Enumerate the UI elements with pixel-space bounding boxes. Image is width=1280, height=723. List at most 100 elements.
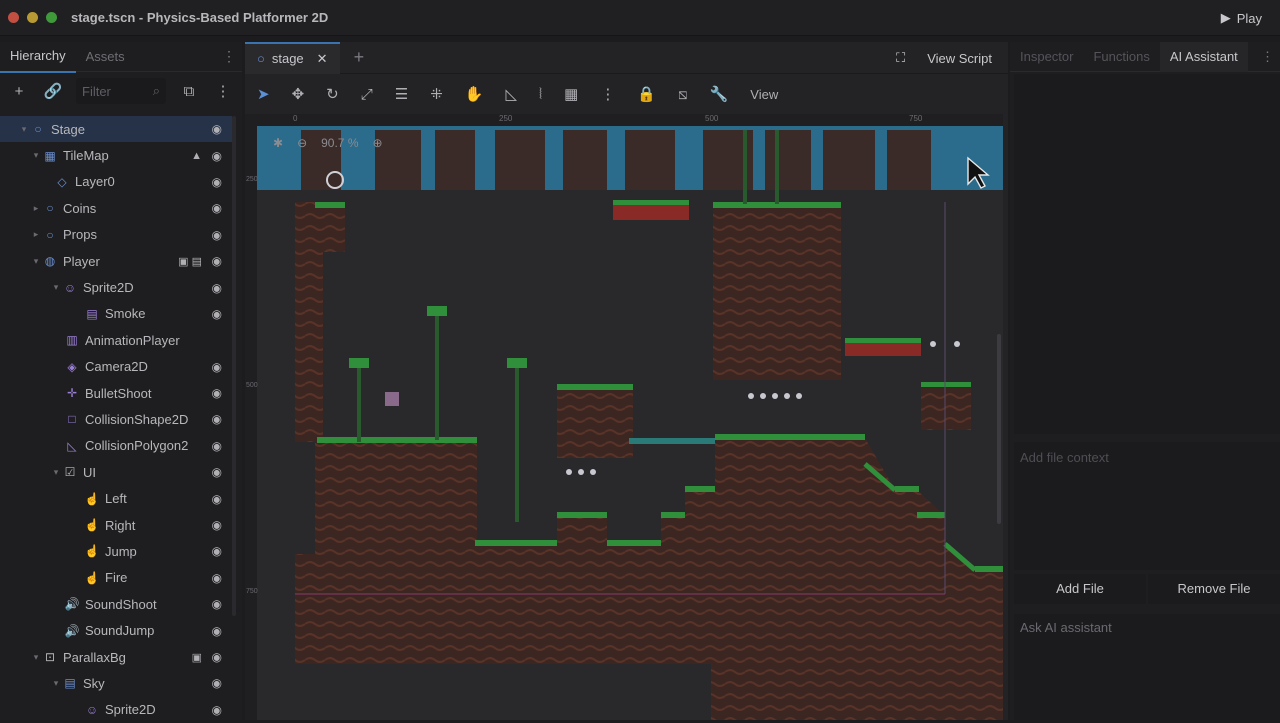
pivot-tool-icon[interactable]: ⁜ xyxy=(430,85,443,103)
list-select-icon[interactable]: ☰ xyxy=(395,85,408,103)
left-panel-menu-icon[interactable]: ⋮ xyxy=(222,48,236,65)
tree-item-soundshoot[interactable]: 🔊 SoundShoot ◉ xyxy=(0,591,232,617)
collapse-arrow-icon[interactable]: ▾ xyxy=(18,124,30,135)
zoom-in-icon[interactable]: ⊕ xyxy=(372,136,382,150)
more-options-icon[interactable]: ⋮ xyxy=(212,82,234,100)
add-file-button[interactable]: Add File xyxy=(1014,574,1146,604)
tab-hierarchy[interactable]: Hierarchy xyxy=(0,41,76,73)
tree-item-animationplayer[interactable]: ▥ AnimationPlayer xyxy=(0,327,232,353)
view-script-button[interactable]: View Script xyxy=(927,51,992,66)
tree-item-collisionshape2d[interactable]: □ CollisionShape2D ◉ xyxy=(0,406,232,432)
visibility-eye-icon[interactable]: ◉ xyxy=(212,676,222,690)
grid-snap-icon[interactable]: ▦ xyxy=(564,85,578,103)
tree-item-smoke[interactable]: ▤ Smoke ◉ xyxy=(0,301,232,327)
clapper-icon[interactable]: ▣ xyxy=(192,651,202,664)
visibility-eye-icon[interactable]: ◉ xyxy=(212,201,222,215)
visibility-eye-icon[interactable]: ◉ xyxy=(212,597,222,611)
tree-item-fire[interactable]: ☝ Fire ◉ xyxy=(0,565,232,591)
visibility-eye-icon[interactable]: ◉ xyxy=(212,360,222,374)
tab-stage[interactable]: ○ stage ✕ xyxy=(245,41,340,74)
tree-item-sky[interactable]: ▾ ▤ Sky ◉ xyxy=(0,670,232,696)
tree-item-right[interactable]: ☝ Right ◉ xyxy=(0,512,232,538)
tree-item-sky-sprite2d[interactable]: ☺ Sprite2D ◉ xyxy=(0,697,232,723)
visibility-eye-icon[interactable]: ◉ xyxy=(212,149,222,163)
smart-snap-icon[interactable]: ⦚ xyxy=(539,86,542,103)
visibility-eye-icon[interactable]: ◉ xyxy=(212,650,222,664)
select-tool-icon[interactable]: ➤ xyxy=(257,85,270,103)
right-panel-menu-icon[interactable]: ⋮ xyxy=(1261,49,1274,65)
zoom-level[interactable]: 90.7 % xyxy=(321,136,358,150)
filter-input[interactable]: Filter ⌕ xyxy=(76,78,166,104)
tree-item-coins[interactable]: ▸ ○ Coins ◉ xyxy=(0,195,232,221)
visibility-eye-icon[interactable]: ◉ xyxy=(212,412,222,426)
collapse-arrow-icon[interactable]: ▾ xyxy=(30,256,42,267)
tree-item-camera2d[interactable]: ◈ Camera2D ◉ xyxy=(0,354,232,380)
view-menu[interactable]: View xyxy=(750,87,778,102)
add-node-icon[interactable]: + xyxy=(8,83,30,100)
visibility-eye-icon[interactable]: ◉ xyxy=(212,386,222,400)
collapse-arrow-icon[interactable]: ▾ xyxy=(50,678,62,689)
visibility-eye-icon[interactable]: ◉ xyxy=(212,492,222,506)
lock-icon[interactable]: 🔒 xyxy=(637,85,656,103)
maximize-window-button[interactable] xyxy=(46,12,57,23)
close-tab-icon[interactable]: ✕ xyxy=(317,51,328,67)
zoom-out-icon[interactable]: ⊖ xyxy=(297,136,307,150)
tab-ai-assistant[interactable]: AI Assistant xyxy=(1159,41,1248,72)
play-button[interactable]: ▶ Play xyxy=(1221,10,1262,26)
tree-item-sprite2d[interactable]: ▾ ☺ Sprite2D ◉ xyxy=(0,274,232,300)
instance-scene-icon[interactable]: ⧉ xyxy=(178,83,200,100)
visibility-eye-icon[interactable]: ◉ xyxy=(212,465,222,479)
bone-icon[interactable]: 🔧 xyxy=(710,85,729,103)
visibility-eye-icon[interactable]: ◉ xyxy=(212,307,222,321)
expand-arrow-icon[interactable]: ▸ xyxy=(30,229,42,240)
tree-item-left[interactable]: ☝ Left ◉ xyxy=(0,485,232,511)
viewport-scrollbar[interactable] xyxy=(997,334,1001,524)
tab-inspector[interactable]: Inspector xyxy=(1010,42,1083,72)
tree-item-parallaxbg[interactable]: ▾ ⊡ ParallaxBg ▣ ◉ xyxy=(0,644,232,670)
fullscreen-icon[interactable]: ⛶ xyxy=(896,50,905,66)
game-viewport[interactable]: 0 250 500 750 250 500 750 ✱ ⊖ 90.7 % ⊕ xyxy=(245,114,1003,720)
ask-ai-input[interactable]: Ask AI assistant xyxy=(1014,614,1280,720)
remove-file-button[interactable]: Remove File xyxy=(1148,574,1280,604)
script-icon[interactable]: ▣ ▤ xyxy=(178,255,202,268)
ruler-tool-icon[interactable]: ◺ xyxy=(505,85,517,103)
tree-item-props[interactable]: ▸ ○ Props ◉ xyxy=(0,222,232,248)
tree-item-layer0[interactable]: ◇ Layer0 ◉ xyxy=(0,169,232,195)
scale-tool-icon[interactable]: ⤢ xyxy=(361,86,373,103)
collapse-arrow-icon[interactable]: ▾ xyxy=(50,282,62,293)
new-tab-icon[interactable]: + xyxy=(354,47,365,68)
collapse-arrow-icon[interactable]: ▾ xyxy=(50,467,62,478)
visibility-eye-icon[interactable]: ◉ xyxy=(212,624,222,638)
rotate-tool-icon[interactable]: ↻ xyxy=(326,85,339,103)
tree-item-soundjump[interactable]: 🔊 SoundJump ◉ xyxy=(0,617,232,643)
visibility-eye-icon[interactable]: ◉ xyxy=(212,254,222,268)
visibility-eye-icon[interactable]: ◉ xyxy=(212,281,222,295)
visibility-eye-icon[interactable]: ◉ xyxy=(212,439,222,453)
warning-icon[interactable]: ▲ xyxy=(191,150,202,162)
level-canvas[interactable] xyxy=(245,114,1003,720)
visibility-eye-icon[interactable]: ◉ xyxy=(212,228,222,242)
collapse-arrow-icon[interactable]: ▾ xyxy=(30,652,42,663)
tree-item-stage[interactable]: ▾ ○ Stage ◉ xyxy=(0,116,232,143)
close-window-button[interactable] xyxy=(8,12,19,23)
visibility-eye-icon[interactable]: ◉ xyxy=(212,175,222,189)
tree-item-ui[interactable]: ▾ ☑ UI ◉ xyxy=(0,459,232,485)
tab-assets[interactable]: Assets xyxy=(76,42,135,72)
move-tool-icon[interactable]: ✥ xyxy=(292,85,305,103)
tree-item-collisionpolygon2[interactable]: ◺ CollisionPolygon2 ◉ xyxy=(0,433,232,459)
snap-options-icon[interactable]: ⋮ xyxy=(600,85,615,103)
group-icon[interactable]: ⧅ xyxy=(678,86,688,103)
visibility-eye-icon[interactable]: ◉ xyxy=(212,518,222,532)
visibility-eye-icon[interactable]: ◉ xyxy=(212,571,222,585)
minimize-window-button[interactable] xyxy=(27,12,38,23)
zoom-reset-icon[interactable]: ✱ xyxy=(273,136,283,150)
tree-item-bulletshoot[interactable]: ✛ BulletShoot ◉ xyxy=(0,380,232,406)
tree-item-jump[interactable]: ☝ Jump ◉ xyxy=(0,538,232,564)
expand-arrow-icon[interactable]: ▸ xyxy=(30,203,42,214)
tree-item-tilemap[interactable]: ▾ ▦ TileMap ▲ ◉ xyxy=(0,142,232,168)
visibility-eye-icon[interactable]: ◉ xyxy=(212,122,222,136)
tab-functions[interactable]: Functions xyxy=(1083,42,1159,72)
visibility-eye-icon[interactable]: ◉ xyxy=(212,544,222,558)
tree-item-player[interactable]: ▾ ◍ Player ▣ ▤ ◉ xyxy=(0,248,232,274)
visibility-eye-icon[interactable]: ◉ xyxy=(212,703,222,717)
